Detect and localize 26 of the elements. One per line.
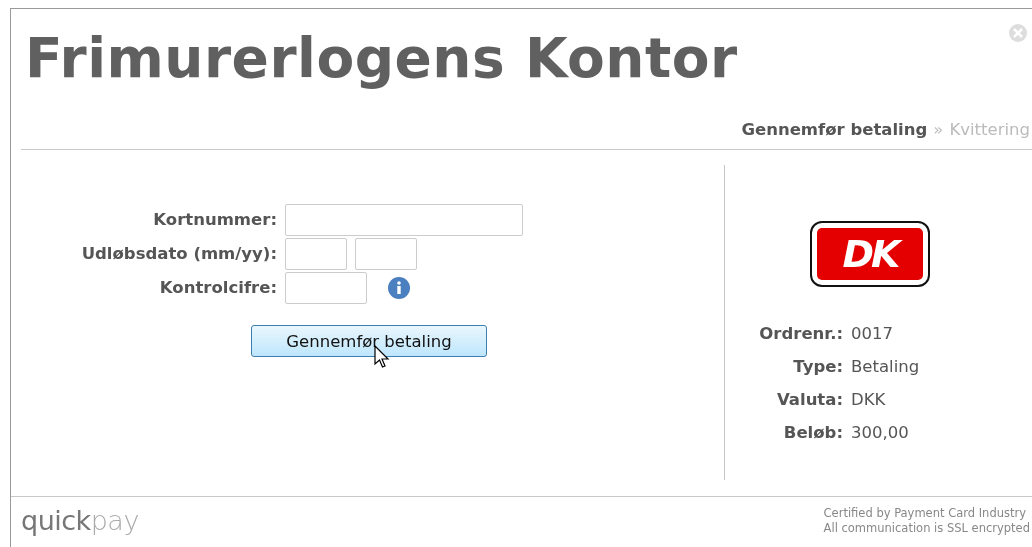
brand-logo: quickpay bbox=[21, 505, 139, 536]
page-title: Frimurerlogens Kontor bbox=[25, 25, 738, 91]
field-label: Udløbsdato (mm/yy): bbox=[80, 244, 277, 263]
breadcrumb-step: Gennemfør betaling bbox=[741, 119, 928, 141]
order-label: Type: bbox=[792, 357, 843, 376]
breadcrumb-separator: » bbox=[933, 119, 944, 141]
order-value: 0017 bbox=[851, 324, 893, 343]
order-value: Betaling bbox=[851, 357, 920, 376]
info-icon[interactable] bbox=[387, 275, 411, 300]
order-label: Beløb: bbox=[782, 423, 843, 442]
order-label: Valuta: bbox=[775, 390, 843, 409]
input-field[interactable] bbox=[355, 237, 417, 270]
footer-text: All communication is SSL encrypted bbox=[823, 520, 1030, 536]
input-field[interactable] bbox=[285, 203, 523, 236]
close-icon[interactable] bbox=[1008, 23, 1028, 43]
field-label: Kortnummer: bbox=[152, 210, 277, 229]
breadcrumb-step: Kvittering bbox=[949, 119, 1030, 141]
order-label: Ordrenr.: bbox=[758, 324, 843, 343]
order-value: 300,00 bbox=[851, 423, 909, 442]
footer-text: Certified by Payment Card Industry bbox=[823, 505, 1027, 521]
field-label: Kontrolcifre: bbox=[158, 278, 277, 297]
pay-button[interactable]: Gennemfør betaling bbox=[251, 325, 487, 357]
order-value: DKK bbox=[851, 390, 886, 409]
input-field[interactable] bbox=[285, 237, 347, 270]
input-field[interactable] bbox=[285, 271, 367, 304]
card-logo: DK bbox=[810, 221, 930, 287]
